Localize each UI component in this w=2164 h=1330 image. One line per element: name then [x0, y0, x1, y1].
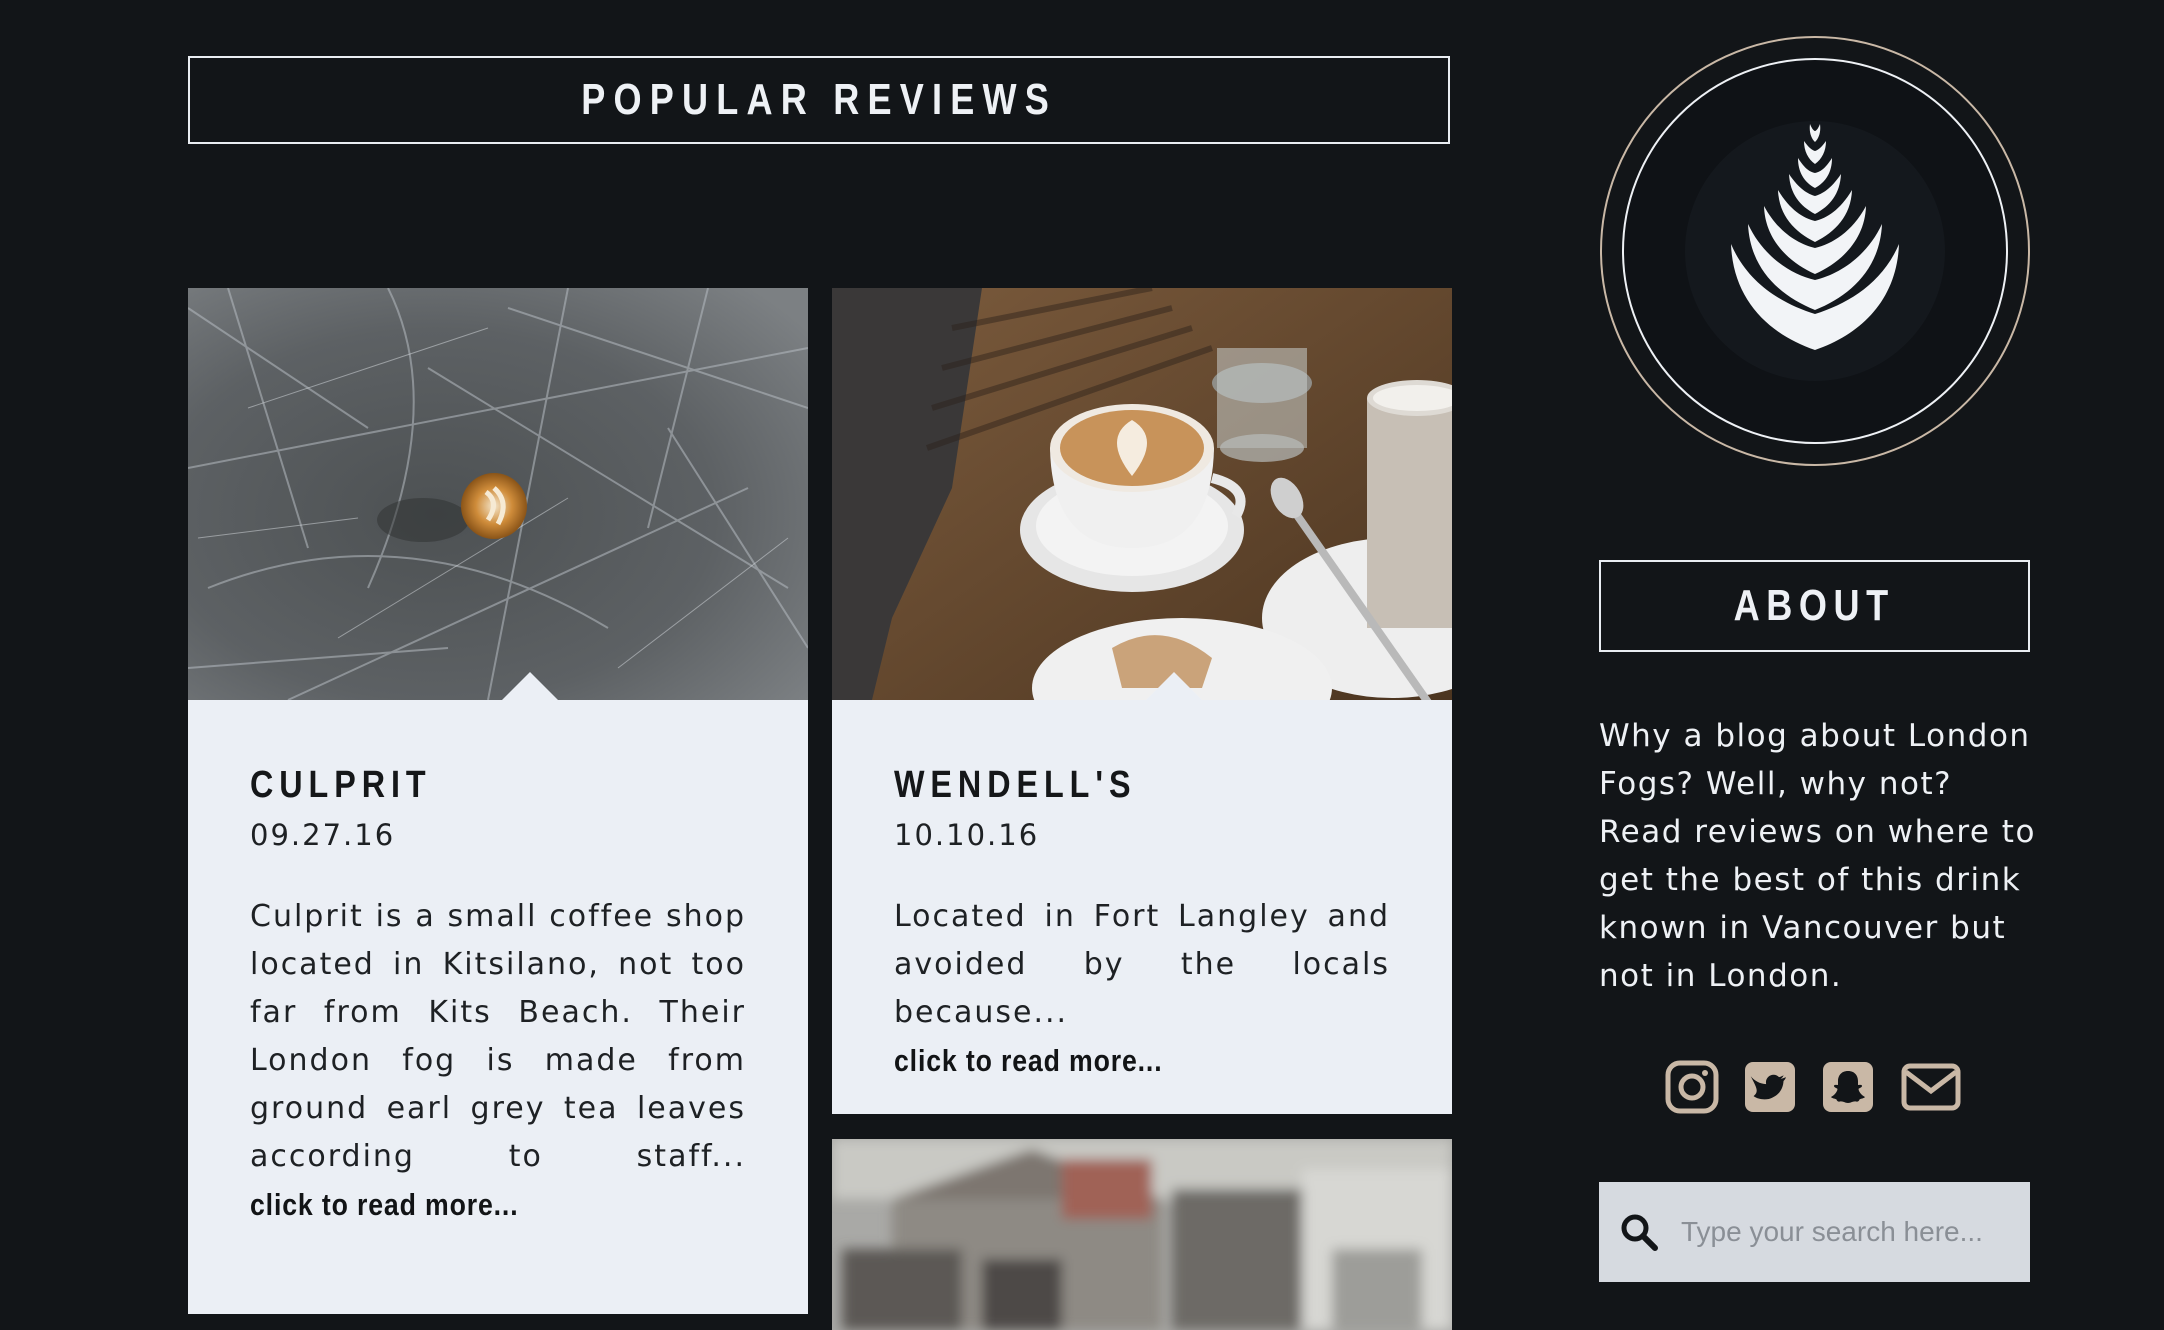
review-excerpt-block: Culprit is a small coffee shop located i…	[250, 893, 746, 1230]
card-notch	[1146, 672, 1202, 700]
card-notch	[502, 672, 558, 700]
review-card-wendells[interactable]: WENDELL'S 10.10.16 Located in Fort Langl…	[832, 288, 1452, 1114]
about-header: ABOUT	[1599, 560, 2030, 652]
email-icon[interactable]	[1901, 1060, 1961, 1114]
search-icon[interactable]	[1619, 1212, 1659, 1252]
review-image-wendells[interactable]	[832, 288, 1452, 700]
snapchat-icon[interactable]	[1821, 1060, 1875, 1114]
review-card-culprit[interactable]: CULPRIT 09.27.16 Culprit is a small coff…	[188, 288, 808, 1314]
review-excerpt-block: Located in Fort Langley and avoided by t…	[894, 893, 1390, 1086]
section-title: POPULAR REVIEWS	[581, 75, 1057, 124]
review-title[interactable]: WENDELL'S	[894, 764, 1136, 807]
review-date: 10.10.16	[894, 818, 1040, 852]
search-input[interactable]	[1679, 1215, 2013, 1249]
review-title[interactable]: CULPRIT	[250, 764, 432, 807]
twitter-icon[interactable]	[1743, 1060, 1797, 1114]
review-excerpt: Culprit is a small coffee shop located i…	[250, 899, 746, 1174]
about-title: ABOUT	[1733, 581, 1896, 630]
instagram-icon[interactable]	[1665, 1060, 1719, 1114]
about-text: Why a blog about London Fogs? Well, why …	[1599, 718, 2036, 994]
review-card-third[interactable]	[832, 1139, 1452, 1330]
search-box[interactable]	[1599, 1182, 2030, 1282]
review-image-street[interactable]	[832, 1139, 1452, 1330]
review-date: 09.27.16	[250, 818, 396, 852]
latte-art-leaf-icon[interactable]	[1598, 34, 2032, 468]
review-excerpt: Located in Fort Langley and avoided by t…	[894, 899, 1390, 1030]
review-image-culprit[interactable]	[188, 288, 808, 700]
read-more-link[interactable]: click to read more...	[894, 1037, 1162, 1085]
read-more-link[interactable]: click to read more...	[250, 1181, 518, 1229]
popular-reviews-header: POPULAR REVIEWS	[188, 56, 1450, 144]
